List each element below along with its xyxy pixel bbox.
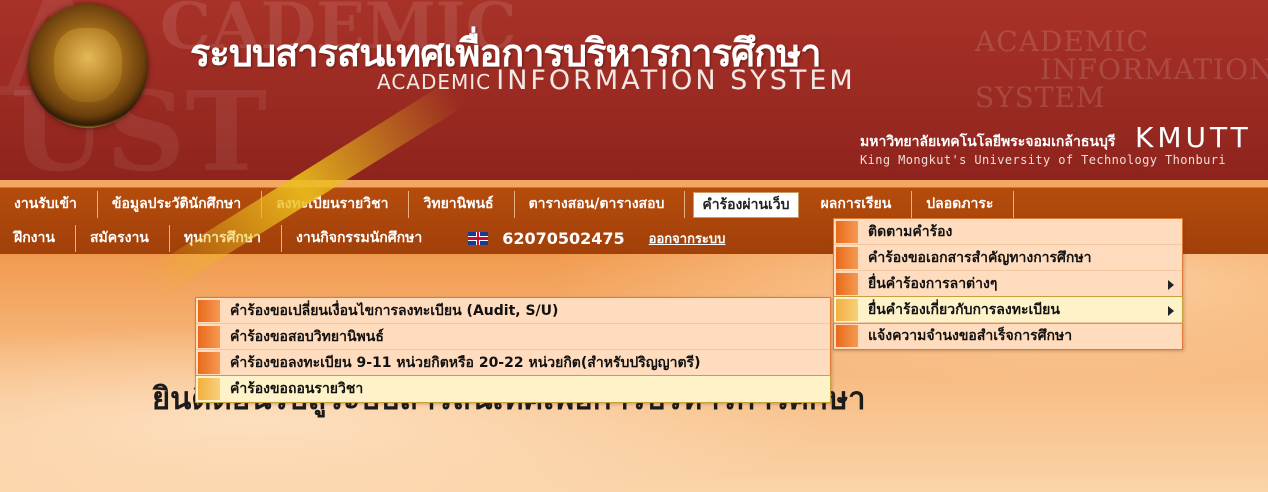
nav-thesis[interactable]: วิทยานิพนธ์ (409, 191, 515, 218)
nav-clearance[interactable]: ปลอดภาระ (912, 191, 1015, 218)
university-name-english: King Mongkut's University of Technology … (860, 153, 1226, 167)
nav-internship[interactable]: ฝึกงาน (0, 225, 76, 252)
submenu-withdraw-course[interactable]: คำร้องขอถอนรายวิชา (195, 375, 831, 403)
submenu-arrow-icon (1168, 280, 1174, 290)
menu-graduation-intent[interactable]: แจ้งความจำนงขอสำเร็จการศึกษา (834, 323, 1182, 349)
nav-job-application[interactable]: สมัครงาน (76, 225, 170, 252)
university-name-thai: มหาวิทยาลัยเทคโนโลยีพระจอมเกล้าธนบุรี (860, 134, 1116, 150)
logout-link[interactable]: ออกจากระบบ (649, 228, 726, 249)
registration-petitions-submenu: คำร้องขอเปลี่ยนเงื่อนไขการลงทะเบียน (Aud… (195, 297, 831, 403)
ghost-title-right: ACADEMIC INFORMATION SYSTEM (975, 28, 1268, 112)
seal-emblem (54, 28, 122, 102)
nav-admission[interactable]: งานรับเข้า (0, 191, 98, 218)
nav-row-2: ฝึกงาน สมัครงาน ทุนการศึกษา งานกิจกรรมนั… (0, 222, 725, 255)
student-id: 62070502475 (502, 229, 625, 248)
header-banner: A CADEMIC UST ACADEMIC INFORMATION SYSTE… (0, 0, 1268, 180)
english-flag-icon[interactable] (468, 232, 489, 245)
submenu-arrow-icon (1168, 306, 1174, 316)
nav-student-activities[interactable]: งานกิจกรรมนักศึกษา (282, 225, 442, 252)
nav-row-1: งานรับเข้า ข้อมูลประวัตินักศึกษา ลงทะเบี… (0, 188, 1015, 221)
menu-request-documents[interactable]: คำร้องขอเอกสารสำคัญทางการศึกษา (834, 245, 1182, 271)
petitions-dropdown: ติดตามคำร้อง คำร้องขอเอกสารสำคัญทางการศึ… (833, 218, 1183, 350)
university-seal-icon (28, 4, 148, 128)
menu-registration-petitions[interactable]: ยื่นคำร้องเกี่ยวกับการลงทะเบียน (833, 296, 1183, 324)
menu-leave-petitions-label: ยื่นคำร้องการลาต่างๆ (868, 276, 998, 292)
nav-grades[interactable]: ผลการเรียน (807, 191, 913, 218)
menu-track-petition[interactable]: ติดตามคำร้อง (834, 219, 1182, 245)
ghost-line-2: INFORMATION (1040, 53, 1268, 86)
submenu-change-registration-condition[interactable]: คำร้องขอเปลี่ยนเงื่อนไขการลงทะเบียน (Aud… (196, 298, 830, 324)
nav-schedule[interactable]: ตารางสอน/ตารางสอบ (515, 191, 686, 218)
submenu-credit-load[interactable]: คำร้องขอลงทะเบียน 9-11 หน่วยกิตหรือ 20-2… (196, 350, 830, 376)
title-en-info-system: INFORMATION SYSTEM (496, 65, 856, 96)
nav-web-petitions[interactable]: คำร้องผ่านเว็บ (693, 191, 799, 218)
menu-registration-petitions-label: ยื่นคำร้องเกี่ยวกับการลงทะเบียน (868, 302, 1060, 318)
university-abbr: KMUTT (1135, 121, 1252, 154)
submenu-thesis-exam[interactable]: คำร้องขอสอบวิทยานิพนธ์ (196, 324, 830, 350)
ghost-line-1: ACADEMIC (975, 25, 1149, 58)
ghost-line-3: SYSTEM (975, 81, 1106, 114)
menu-leave-petitions[interactable]: ยื่นคำร้องการลาต่างๆ (834, 271, 1182, 297)
